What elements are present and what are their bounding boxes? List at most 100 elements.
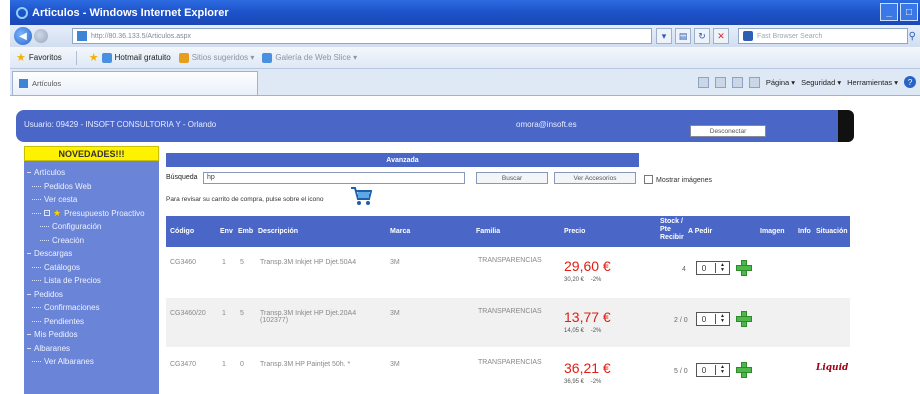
precio-base: 30,20 €: [564, 277, 585, 283]
user-email[interactable]: omora@insoft.es: [516, 120, 577, 129]
cart-hint: Para revisar su carrito de compra, pulse…: [166, 196, 324, 203]
add-favorite-icon[interactable]: ★: [89, 51, 99, 64]
advanced-search-header[interactable]: Avanzada: [166, 153, 639, 167]
fav-web-slice[interactable]: Galería de Web Slice ▾: [275, 53, 357, 62]
sidebar-item-lista-precios[interactable]: Lista de Precios: [24, 274, 159, 288]
search-input[interactable]: hp: [203, 172, 465, 184]
userbar-shadow: [838, 110, 854, 142]
collapse-icon[interactable]: −: [44, 210, 50, 217]
sidebar-item-label: Descargas: [34, 249, 73, 259]
page-menu[interactable]: Página ▾: [766, 78, 795, 87]
quantity-stepper[interactable]: 0 ▲ ▼: [696, 312, 730, 326]
table-header: Código Env Emb Descripción Marca Familia…: [166, 216, 850, 247]
col-stock[interactable]: Stock / Pte Recibir: [660, 218, 686, 242]
col-precio[interactable]: Precio: [564, 228, 585, 235]
user-bar: Usuario: 09429 - INSOFT CONSULTORIA Y - …: [16, 110, 854, 142]
col-imagen[interactable]: Imagen: [760, 228, 785, 235]
search-field[interactable]: Fast Browser Search: [738, 28, 908, 44]
sidebar-item-configuracion[interactable]: Configuración: [24, 220, 159, 234]
cell-familia: TRANSPARENCIAS: [478, 359, 542, 366]
cell-codigo[interactable]: CG3460/20: [170, 310, 206, 317]
sidebar-item-label: Albaranes: [34, 343, 71, 353]
col-familia[interactable]: Familia: [476, 228, 500, 235]
col-env[interactable]: Env: [220, 228, 233, 235]
cell-emb: 5: [240, 310, 244, 317]
quantity-value[interactable]: 0: [697, 366, 711, 375]
cell-codigo[interactable]: CG3470: [170, 361, 196, 368]
address-bar[interactable]: http://80.36.133.5/Articulos.aspx: [72, 28, 652, 44]
stop-icon[interactable]: ✕: [713, 28, 729, 44]
address-url: http://80.36.133.5/Articulos.aspx: [91, 32, 192, 40]
quantity-stepper[interactable]: 0 ▲ ▼: [696, 261, 730, 275]
cell-precio-base: 36,95 € -2%: [564, 379, 601, 385]
cell-precio: 13,77 €: [564, 309, 611, 325]
feeds-icon[interactable]: [714, 76, 726, 88]
cell-stock: 5 / 0: [674, 368, 688, 375]
print-icon[interactable]: [748, 76, 760, 88]
sidebar-item-pedidos[interactable]: Pedidos: [24, 288, 159, 302]
address-tools: ▾ ▤ ↻ ✕: [656, 28, 729, 44]
favorites-label[interactable]: Favoritos: [29, 53, 62, 62]
col-info[interactable]: Info: [798, 228, 811, 235]
col-descripcion[interactable]: Descripción: [258, 228, 298, 235]
sidebar-item-presupuesto[interactable]: − ★ Presupuesto Proactivo: [24, 207, 159, 221]
col-codigo[interactable]: Código: [170, 228, 194, 235]
fav-suggested-sites[interactable]: Sitios sugeridos ▾: [192, 53, 255, 62]
minimize-button[interactable]: _: [880, 3, 898, 21]
search-go-icon[interactable]: ⚲: [909, 31, 916, 42]
mail-icon[interactable]: [731, 76, 743, 88]
dropdown-arrow-icon[interactable]: ▾: [656, 28, 672, 44]
quantity-value[interactable]: 0: [697, 315, 711, 324]
show-images-checkbox[interactable]: [644, 175, 653, 184]
cell-descripcion: Transp.3M Inkjet HP Djet.50A4: [260, 259, 357, 266]
home-icon[interactable]: [697, 76, 709, 88]
sidebar-item-descargas[interactable]: Descargas: [24, 247, 159, 261]
sidebar-item-ver-albaranes[interactable]: Ver Albaranes: [24, 355, 159, 369]
shopping-cart-icon[interactable]: [350, 186, 372, 206]
cell-env: 1: [222, 361, 226, 368]
logout-button[interactable]: Desconectar: [690, 125, 766, 137]
add-to-cart-icon[interactable]: [736, 311, 752, 327]
novedades-banner[interactable]: NOVEDADES!!!: [24, 146, 159, 161]
sidebar-item-pendientes[interactable]: Pendientes: [24, 315, 159, 329]
add-to-cart-icon[interactable]: [736, 260, 752, 276]
quantity-stepper[interactable]: 0 ▲ ▼: [696, 363, 730, 377]
quantity-value[interactable]: 0: [697, 264, 711, 273]
col-emb[interactable]: Emb: [238, 228, 253, 235]
security-menu[interactable]: Seguridad ▾: [801, 78, 841, 87]
maximize-button[interactable]: □: [900, 3, 918, 21]
col-marca[interactable]: Marca: [390, 228, 410, 235]
tab-articulos[interactable]: Artículos: [12, 71, 258, 95]
fav-hotmail[interactable]: Hotmail gratuito: [115, 53, 171, 62]
sidebar-item-ver-cesta[interactable]: Ver cesta: [24, 193, 159, 207]
add-to-cart-icon[interactable]: [736, 362, 752, 378]
tools-menu[interactable]: Herramientas ▾: [847, 78, 898, 87]
back-button[interactable]: ◀: [14, 27, 32, 45]
col-pedir[interactable]: A Pedir: [688, 228, 712, 235]
help-icon[interactable]: ?: [904, 76, 916, 88]
spin-arrows-icon[interactable]: ▲ ▼: [715, 263, 729, 273]
spin-arrows-icon[interactable]: ▲ ▼: [715, 365, 729, 375]
descuento: -2%: [590, 379, 602, 385]
spin-arrows-icon[interactable]: ▲ ▼: [715, 314, 729, 324]
cell-precio-base: 14,05 € -2%: [564, 328, 601, 334]
table-body: CG3460 1 5 Transp.3M Inkjet HP Djet.50A4…: [166, 247, 850, 394]
cell-codigo[interactable]: CG3460: [170, 259, 196, 266]
accessories-button[interactable]: Ver Accesorios: [554, 172, 636, 184]
search-button[interactable]: Buscar: [476, 172, 548, 184]
sidebar-item-confirmaciones[interactable]: Confirmaciones: [24, 301, 159, 315]
sidebar-item-albaranes[interactable]: Albaranes: [24, 342, 159, 356]
col-situacion[interactable]: Situación: [816, 228, 848, 235]
refresh-icon[interactable]: ↻: [694, 28, 710, 44]
cell-descripcion: Transp.3M HP Paintjet 50h. *: [260, 361, 351, 368]
compatibility-icon[interactable]: ▤: [675, 28, 691, 44]
table-row: CG3470 1 0 Transp.3M HP Paintjet 50h. * …: [166, 349, 850, 394]
sidebar-item-catalogos[interactable]: Catálogos: [24, 261, 159, 275]
star-icon: ★: [53, 207, 62, 218]
favorites-star-icon[interactable]: ★: [16, 51, 26, 64]
forward-button[interactable]: [34, 29, 48, 43]
sidebar-item-creacion[interactable]: Creación: [24, 234, 159, 248]
sidebar-item-mis-pedidos[interactable]: Mis Pedidos: [24, 328, 159, 342]
sidebar-item-articulos[interactable]: Artículos: [24, 166, 159, 180]
sidebar-item-pedidos-web[interactable]: Pedidos Web: [24, 180, 159, 194]
